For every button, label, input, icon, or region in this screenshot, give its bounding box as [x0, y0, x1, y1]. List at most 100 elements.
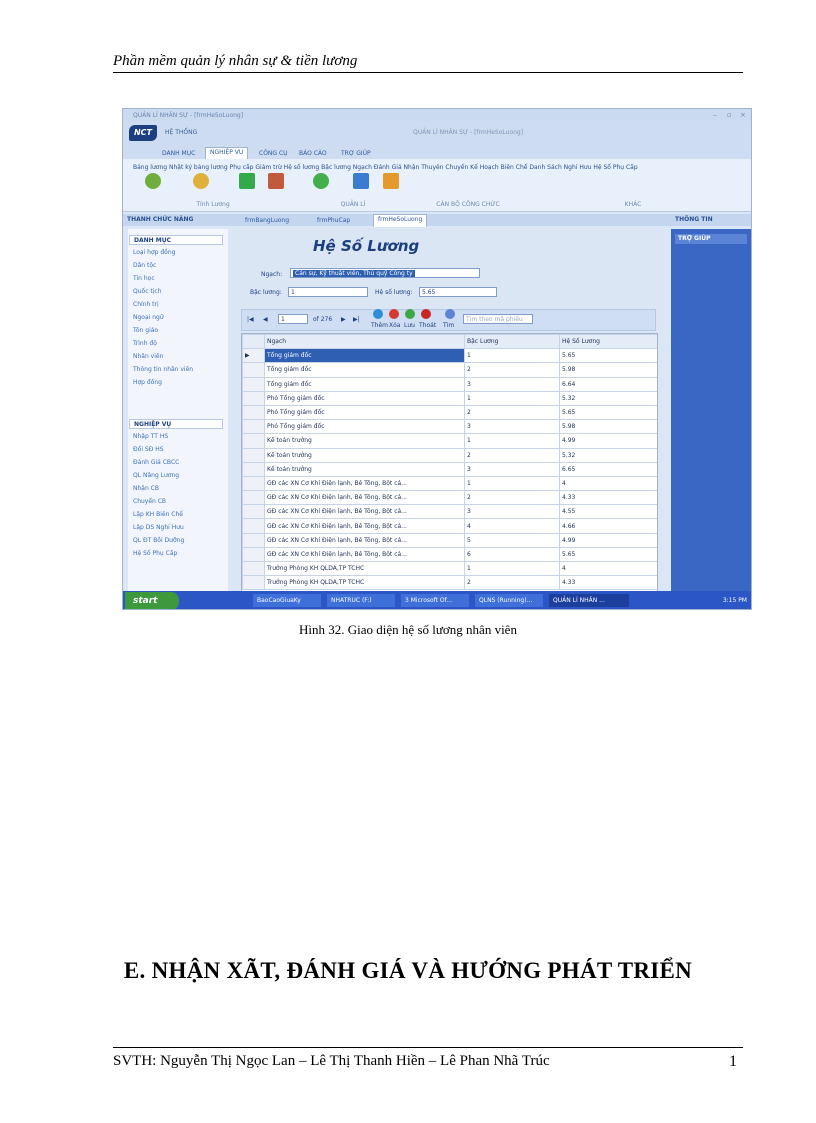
cell-he-so-luong[interactable]: 6.64	[559, 376, 657, 392]
cell-ngach[interactable]: GĐ các XN Cơ Khí Điện lạnh, Bê Tông, Bột…	[264, 518, 465, 534]
delete-icon[interactable]	[389, 309, 399, 319]
sidebar-item-nghiep_vu[interactable]: Nhận CB	[133, 485, 159, 492]
cell-ngach[interactable]: Trưởng Phòng KH QLDA,TP TCHC	[264, 575, 465, 591]
section-nghiep-vu[interactable]: NGHIỆP VỤ	[129, 419, 223, 429]
cell-he-so-luong[interactable]: 5.65	[559, 348, 657, 364]
table-row[interactable]: GĐ các XN Cơ Khí Điện lạnh, Bê Tông, Bột…	[242, 546, 657, 563]
cell-ngach[interactable]: GĐ các XN Cơ Khí Điện lạnh, Bê Tông, Bột…	[264, 532, 465, 548]
cell-ngach[interactable]: Trưởng Phòng KH QLDA,TP TCHC	[264, 560, 465, 577]
sidebar-item-nghiep_vu[interactable]: Nhập TT HS	[133, 433, 168, 440]
cell-ngach[interactable]: Phó Tổng giám đốc	[264, 390, 465, 406]
cell-bac-luong[interactable]: 5	[464, 532, 560, 548]
cell-ngach[interactable]: Kế toán trưởng	[264, 461, 465, 477]
sidebar-item-nghiep_vu[interactable]: Hệ Số Phụ Cấp	[133, 550, 177, 557]
tab-tro-giup[interactable]: TRỢ GIÚP	[337, 149, 375, 158]
taskbar-item[interactable]: QLNS (Running)...	[475, 594, 543, 607]
cell-bac-luong[interactable]: 3	[464, 461, 560, 477]
search-input[interactable]: Tìm theo mã phiếu	[463, 314, 533, 324]
cell-bac-luong[interactable]: 3	[464, 419, 560, 435]
system-menu[interactable]: HỆ THỐNG	[165, 129, 197, 136]
cell-he-so-luong[interactable]: 6.65	[559, 461, 657, 477]
cell-ngach[interactable]: Phó Tổng giám đốc	[264, 404, 465, 421]
tab-bao-cao[interactable]: BÁO CÁO	[295, 149, 331, 158]
table-row[interactable]: GĐ các XN Cơ Khí Điện lạnh, Bê Tông, Bột…	[242, 518, 657, 534]
table-row[interactable]: Tổng giám đốc 2 5.98	[242, 362, 657, 378]
sidebar-item-danh_muc[interactable]: Trình độ	[133, 340, 157, 347]
cell-ngach[interactable]: GĐ các XN Cơ Khí Điện lạnh, Bê Tông, Bột…	[264, 475, 465, 492]
cell-bac-luong[interactable]: 1	[464, 348, 560, 364]
row-indicator[interactable]	[242, 376, 265, 392]
table-row[interactable]: GĐ các XN Cơ Khí Điện lạnh, Bê Tông, Bột…	[242, 504, 657, 520]
cell-bac-luong[interactable]: 6	[464, 546, 560, 563]
row-indicator[interactable]	[242, 560, 265, 577]
cell-bac-luong[interactable]: 3	[464, 504, 560, 520]
taskbar-item[interactable]: QUẢN LÍ NHÂN ...	[549, 594, 629, 607]
column-header-he-so-luong[interactable]: Hệ Số Lương	[559, 334, 657, 350]
row-indicator[interactable]: ▶	[242, 348, 265, 364]
cell-ngach[interactable]: Tổng giám đốc	[264, 362, 465, 378]
cell-ngach[interactable]: GĐ các XN Cơ Khí Điện lạnh, Bê Tông, Bột…	[264, 504, 465, 520]
row-indicator[interactable]	[242, 461, 265, 477]
doc-tab-phu-cap[interactable]: frmPhuCap	[313, 216, 354, 225]
cell-he-so-luong[interactable]: 4.66	[559, 518, 657, 534]
search-icon[interactable]	[445, 309, 455, 319]
doc-tab-he-so-luong[interactable]: frmHeSoLuong	[373, 214, 428, 227]
cell-ngach[interactable]: GĐ các XN Cơ Khí Điện lạnh, Bê Tông, Bột…	[264, 490, 465, 506]
salary-sheet-icon[interactable]	[145, 173, 161, 189]
cell-he-so-luong[interactable]: 5.98	[559, 419, 657, 435]
exit-button[interactable]: Thoát	[419, 322, 436, 329]
add-icon[interactable]	[373, 309, 383, 319]
cell-he-so-luong[interactable]: 5.32	[559, 390, 657, 406]
cell-he-so-luong[interactable]: 5.65	[559, 546, 657, 563]
cell-bac-luong[interactable]: 2	[464, 575, 560, 591]
first-record-icon[interactable]: |◀	[247, 316, 254, 323]
row-indicator[interactable]	[242, 390, 265, 406]
row-indicator[interactable]	[242, 475, 265, 492]
salary-level-icon[interactable]	[353, 173, 369, 189]
salary-log-icon[interactable]	[193, 173, 209, 189]
cell-bac-luong[interactable]: 4	[464, 518, 560, 534]
row-indicator[interactable]	[242, 546, 265, 563]
table-row[interactable]: ▶ Tổng giám đốc 1 5.65	[242, 348, 657, 364]
sidebar-item-danh_muc[interactable]: Tin học	[133, 275, 155, 282]
deduction-icon[interactable]	[268, 173, 284, 189]
sidebar-item-nghiep_vu[interactable]: Lập DS Nghỉ Hưu	[133, 524, 184, 531]
cell-he-so-luong[interactable]: 4	[559, 560, 657, 577]
cell-ngach[interactable]: Tổng giám đốc	[264, 376, 465, 392]
cell-ngach[interactable]: GĐ các XN Cơ Khí Điện lạnh, Bê Tông, Bột…	[264, 546, 465, 563]
cell-bac-luong[interactable]: 2	[464, 447, 560, 463]
sidebar-item-danh_muc[interactable]: Tôn giáo	[133, 327, 158, 334]
table-row[interactable]: GĐ các XN Cơ Khí Điện lạnh, Bê Tông, Bột…	[242, 532, 657, 548]
row-indicator[interactable]	[242, 433, 265, 449]
tab-cong-cu[interactable]: CÔNG CỤ	[255, 149, 292, 158]
delete-button[interactable]: Xóa	[389, 322, 400, 329]
table-row[interactable]: Trưởng Phòng KH QLDA,TP TCHC 1 4	[242, 560, 657, 577]
row-indicator[interactable]	[242, 404, 265, 421]
cell-he-so-luong[interactable]: 4	[559, 475, 657, 492]
prev-record-icon[interactable]: ◀	[263, 316, 268, 323]
row-indicator[interactable]	[242, 504, 265, 520]
column-header-bac-luong[interactable]: Bậc Lương	[464, 334, 560, 350]
tab-danh-muc[interactable]: DANH MỤC	[158, 149, 199, 158]
sidebar-item-danh_muc[interactable]: Loại hợp đồng	[133, 249, 175, 256]
table-row[interactable]: Kế toán trưởng 2 5.32	[242, 447, 657, 463]
sidebar-item-nghiep_vu[interactable]: QL Nâng Lương	[133, 472, 179, 479]
add-button[interactable]: Thêm	[371, 322, 388, 329]
section-danh-muc[interactable]: DANH MỤC	[129, 235, 223, 245]
save-button[interactable]: Lưu	[404, 322, 415, 329]
table-row[interactable]: GĐ các XN Cơ Khí Điện lạnh, Bê Tông, Bột…	[242, 475, 657, 492]
rank-icon[interactable]	[383, 173, 399, 189]
add-allowance-icon[interactable]	[239, 173, 255, 189]
cell-he-so-luong[interactable]: 4.99	[559, 532, 657, 548]
sidebar-item-danh_muc[interactable]: Dân tộc	[133, 262, 156, 269]
search-button[interactable]: Tìm	[443, 322, 454, 329]
cell-bac-luong[interactable]: 1	[464, 475, 560, 492]
taskbar-item[interactable]: BaoCaoGiuaKy	[253, 594, 321, 607]
table-row[interactable]: GĐ các XN Cơ Khí Điện lạnh, Bê Tông, Bột…	[242, 490, 657, 506]
row-indicator[interactable]	[242, 362, 265, 378]
cell-he-so-luong[interactable]: 4.55	[559, 504, 657, 520]
cell-ngach[interactable]: Kế toán trưởng	[264, 447, 465, 463]
taskbar-item[interactable]: NHATRUC (F:)	[327, 594, 395, 607]
minimize-icon[interactable]: –	[713, 111, 717, 119]
cell-bac-luong[interactable]: 3	[464, 376, 560, 392]
